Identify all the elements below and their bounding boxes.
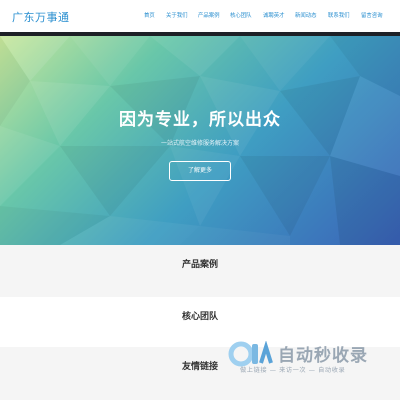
nav-item-team[interactable]: 核心团队 — [230, 11, 252, 19]
nav-item-home[interactable]: 首页 — [144, 11, 155, 19]
nav-item-careers[interactable]: 诚聘英才 — [263, 11, 285, 19]
section-title-products: 产品案例 — [181, 260, 218, 270]
nav-item-about[interactable]: 关于我们 — [166, 11, 188, 19]
watermark-badge: 自动秒收录 做上链接 — 来访一次 — 自动收录 — [228, 338, 388, 380]
nav-item-contact[interactable]: 联系我们 — [328, 11, 350, 19]
section-title-team: 核心团队 — [181, 312, 218, 322]
hero-banner: 因为专业，所以出众 一站式航空维修服务解决方案 了解更多 — [0, 36, 400, 245]
watermark-title: 自动秒收录 — [278, 346, 368, 366]
nav-item-products[interactable]: 产品案例 — [198, 11, 220, 19]
main-nav: 首页 关于我们 产品案例 核心团队 诚聘英才 新闻动态 联系我们 留言咨询 — [140, 11, 394, 23]
learn-more-button[interactable]: 了解更多 — [169, 161, 231, 181]
section-products: 产品案例 — [0, 245, 400, 297]
hero-subtitle: 一站式航空维修服务解决方案 — [160, 140, 239, 147]
watermark-subtitle: 做上链接 — 来访一次 — 自动收录 — [240, 367, 346, 374]
nav-item-news[interactable]: 新闻动态 — [295, 11, 317, 19]
nav-item-message[interactable]: 留言咨询 — [361, 11, 383, 19]
site-logo-text[interactable]: 广东万事通 — [12, 9, 70, 25]
hero-title: 因为专业，所以出众 — [119, 110, 281, 130]
watermark-logo-icon — [228, 341, 273, 367]
navbar: 广东万事通 首页 关于我们 产品案例 核心团队 诚聘英才 新闻动态 联系我们 留… — [0, 0, 400, 32]
